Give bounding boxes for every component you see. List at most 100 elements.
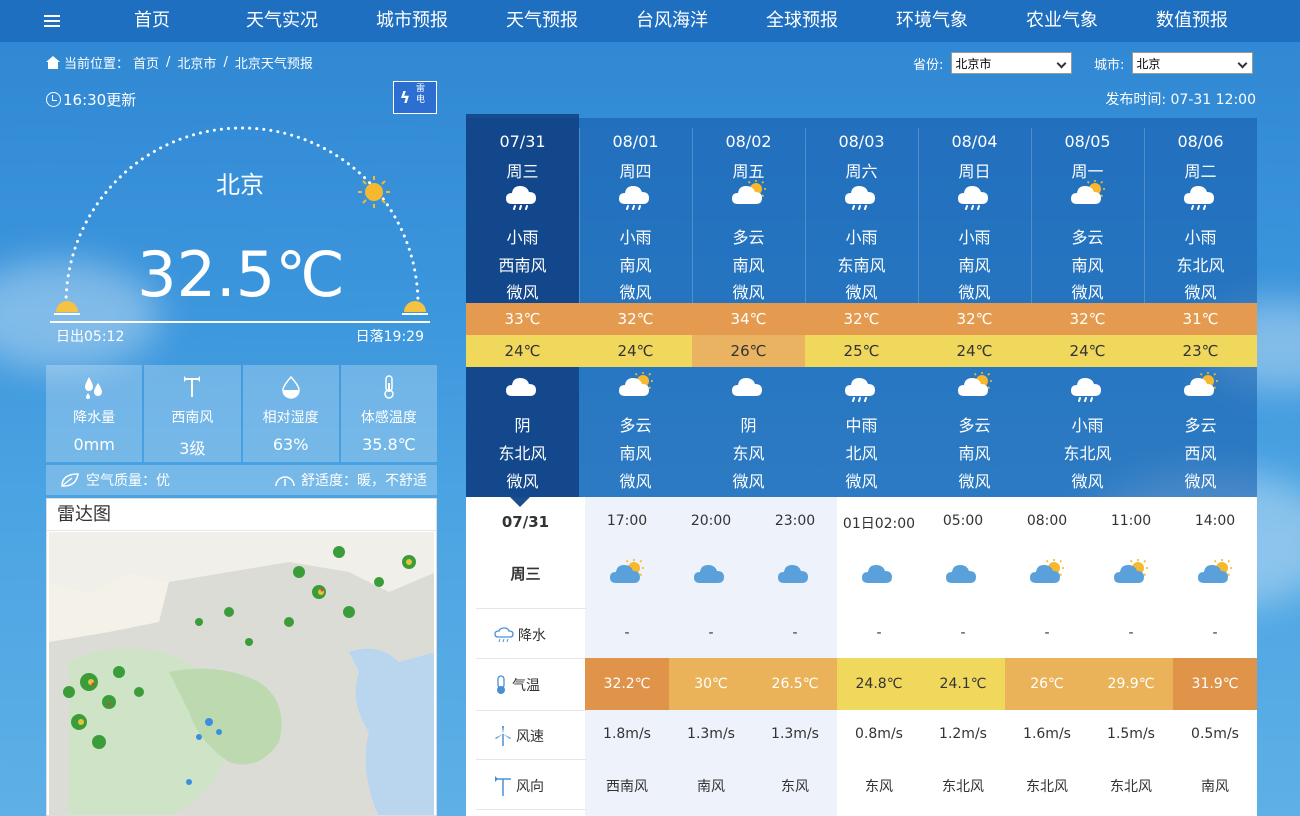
hamburger-menu-icon[interactable] xyxy=(36,15,66,29)
radar-map[interactable] xyxy=(49,532,434,815)
publish-time: 发布时间: 07-31 12:00 xyxy=(1105,92,1256,108)
hourly-precipitation: - xyxy=(624,625,630,641)
nav-item-forecast[interactable]: 天气预报 xyxy=(506,0,578,42)
hourly-temp: 26℃ xyxy=(1005,658,1089,710)
high-temp: 33℃ xyxy=(504,310,541,328)
stat-value: 63% xyxy=(272,435,309,454)
leaf-icon xyxy=(61,473,79,487)
low-temp: 25℃ xyxy=(843,342,880,360)
low-temp: 24℃ xyxy=(504,342,541,360)
hourly-wind-direction: 南风 xyxy=(1201,779,1229,795)
forecast-date: 08/05 xyxy=(1064,132,1111,151)
day-wind-level: 微风 xyxy=(845,283,878,302)
row-divider xyxy=(476,658,586,659)
hourly-time: 11:00 xyxy=(1110,513,1152,529)
hourly-wind-direction: 西南风 xyxy=(606,779,648,795)
partly-cloudy-icon xyxy=(1197,559,1233,593)
day-wind-direction: 南风 xyxy=(732,256,765,275)
day-weather-icon xyxy=(505,180,541,214)
day-weather: 多云 xyxy=(1071,228,1104,247)
province-select[interactable]: 北京市 xyxy=(951,52,1073,74)
stat-feels-like: 体感温度 35.8℃ xyxy=(340,365,437,462)
cloudy-icon xyxy=(777,559,813,593)
row-divider xyxy=(476,608,586,609)
hourly-precipitation: - xyxy=(1044,625,1050,641)
hourly-precipitation: - xyxy=(792,625,798,641)
night-weather: 多云 xyxy=(619,416,652,435)
cloudy-icon xyxy=(862,565,892,583)
forecast-weekday: 周二 xyxy=(1184,162,1217,181)
dir-row-label: 风向 xyxy=(494,776,544,796)
low-temp: 23℃ xyxy=(1182,342,1219,360)
night-wind-level: 微风 xyxy=(1071,472,1104,491)
breadcrumb-separator: / xyxy=(166,55,171,70)
night-weather: 阴 xyxy=(740,416,757,435)
day-wind-direction: 西南风 xyxy=(498,256,547,275)
night-weather-icon xyxy=(844,372,880,406)
temp-row-label: 气温 xyxy=(494,675,540,695)
day-wind-level: 微风 xyxy=(506,283,539,302)
update-text: 16:30更新 xyxy=(63,91,137,109)
province-label: 省份: xyxy=(913,57,944,73)
column-divider xyxy=(692,128,693,303)
night-weather-icon xyxy=(505,372,541,406)
breadcrumb-province[interactable]: 北京市 xyxy=(177,53,216,72)
speed-row-label: 风速 xyxy=(494,726,544,746)
nav-item-typhoon[interactable]: 台风海洋 xyxy=(636,0,708,42)
top-nav: 首页 天气实况 城市预报 天气预报 台风海洋 全球预报 环境气象 农业气象 数值… xyxy=(0,0,1300,42)
nav-item-environment[interactable]: 环境气象 xyxy=(896,0,968,42)
nav-item-city[interactable]: 城市预报 xyxy=(376,0,448,42)
nav-item-agriculture[interactable]: 农业气象 xyxy=(1026,0,1098,42)
air-quality-text: 空气质量：优 xyxy=(86,473,170,489)
rain-cloud-icon xyxy=(1183,186,1214,210)
stat-label: 西南风 xyxy=(171,410,214,426)
day-weather-icon xyxy=(1070,180,1106,214)
night-wind-direction: 东风 xyxy=(732,444,765,463)
day-weather-icon xyxy=(1183,180,1219,214)
nav-item-global[interactable]: 全球预报 xyxy=(766,0,838,42)
day-wind-level: 微风 xyxy=(732,283,765,302)
hourly-time: 05:00 xyxy=(942,513,984,529)
high-temp: 34℃ xyxy=(730,310,767,328)
air-quality-bar: 空气质量：优 舒适度：暖，不舒适 xyxy=(46,465,437,495)
low-temp: 24℃ xyxy=(617,342,654,360)
column-divider xyxy=(579,128,580,303)
night-weather-icon xyxy=(957,372,993,406)
hourly-temp: 29.9℃ xyxy=(1089,658,1173,710)
partly-cloudy-icon xyxy=(731,180,766,204)
cloudy-icon xyxy=(778,565,808,583)
low-temp: 24℃ xyxy=(1069,342,1106,360)
hourly-week: 周三 xyxy=(510,565,541,583)
hourly-wind-direction: 南风 xyxy=(697,779,725,795)
breadcrumb-prefix: 当前位置： xyxy=(64,57,130,72)
overcast-cloud-icon xyxy=(505,378,536,396)
lightning-button[interactable]: ϟ 雷电 xyxy=(393,81,437,114)
lightning-bolt-icon: ϟ xyxy=(399,88,411,107)
hourly-wind-speed: 1.6m/s xyxy=(1023,726,1071,742)
nav-item-live[interactable]: 天气实况 xyxy=(246,0,318,42)
forecast-date: 08/03 xyxy=(838,132,885,151)
stat-value: 0mm xyxy=(73,435,115,454)
hourly-row-labels: 07/31 周三 降水 气温 风速 风向 xyxy=(466,497,586,816)
daily-forecast: 07/31 周三 小雨 西南风 微风阴东北风 微风 08/01 周四 小雨 南风 微风 多云 南风 微风 0… xyxy=(466,114,1257,497)
night-wind-direction: 北风 xyxy=(845,444,878,463)
day-weather-icon xyxy=(957,180,993,214)
city-name: 北京 xyxy=(216,171,264,199)
day-weather-icon xyxy=(731,180,767,214)
current-temperature: 32.5℃ xyxy=(137,238,345,311)
column-divider xyxy=(918,128,919,303)
current-stats: 降水量 0mm 西南风 3级 相对湿度 63% 体感温度 35.8℃ xyxy=(46,365,437,462)
breadcrumb-separator: / xyxy=(223,55,228,70)
city-select[interactable]: 北京 xyxy=(1132,52,1254,74)
nav-item-numerical[interactable]: 数值预报 xyxy=(1156,0,1228,42)
hourly-wind-direction: 东北风 xyxy=(1110,779,1152,795)
comfort-level: 舒适度：暖，不舒适 xyxy=(273,470,427,490)
breadcrumb-home[interactable]: 首页 xyxy=(133,53,159,72)
day-wind-level: 微风 xyxy=(1184,283,1217,302)
forecast-date: 08/02 xyxy=(725,132,772,151)
night-wind-level: 微风 xyxy=(732,472,765,491)
nav-item-home[interactable]: 首页 xyxy=(134,0,170,42)
row-divider xyxy=(476,809,586,810)
lightning-label-2: 电 xyxy=(416,95,426,105)
night-wind-direction: 南风 xyxy=(958,444,991,463)
